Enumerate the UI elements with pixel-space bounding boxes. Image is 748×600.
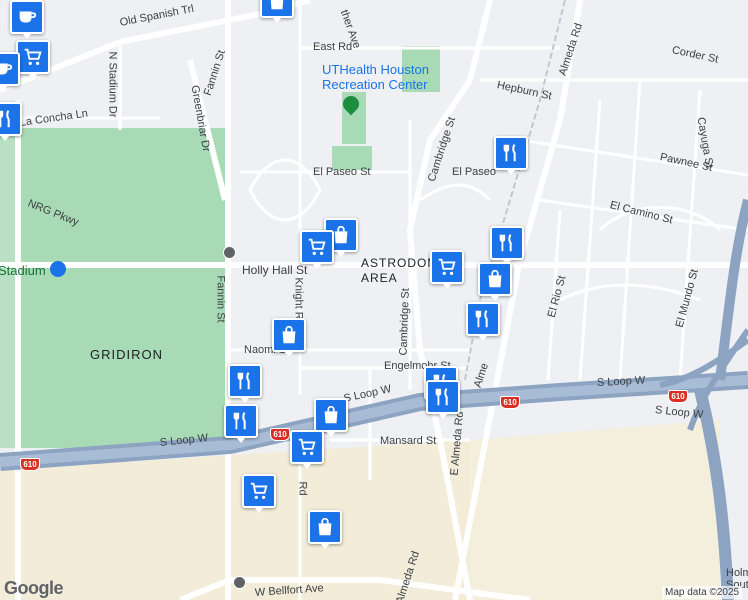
coffee-cup-icon bbox=[16, 6, 38, 28]
map-attribution[interactable]: Map data ©2025 bbox=[662, 586, 743, 599]
street-label-east-rd: East Rd bbox=[313, 41, 353, 53]
poi-pin-restaurant[interactable] bbox=[494, 136, 528, 175]
stadium-icon[interactable] bbox=[50, 261, 66, 277]
street-label-fannin-bottom: Fannin St bbox=[214, 275, 227, 323]
poi-pin-shop[interactable] bbox=[314, 398, 348, 437]
fork-knife-icon bbox=[230, 410, 252, 432]
shopping-bag-icon bbox=[278, 324, 300, 346]
street-label-holmes: Holmes bbox=[726, 567, 748, 579]
street-label-n-stadium: N Stadium Dr bbox=[106, 51, 119, 118]
poi-pin-restaurant[interactable] bbox=[228, 364, 262, 403]
fork-knife-icon bbox=[0, 108, 16, 130]
street-label-holly-hall: Holly Hall St bbox=[242, 263, 308, 277]
highway-shield: 610 bbox=[500, 396, 520, 409]
map-canvas[interactable]: Old Spanish Trl East Rd ther Ave Corder … bbox=[0, 0, 748, 600]
poi-pin-cafe[interactable] bbox=[0, 52, 20, 91]
street-label-cambridge-mid: Cambridge St bbox=[397, 288, 412, 356]
venue-label-gridiron: GRIDIRON bbox=[90, 347, 163, 362]
highway-shield: 610 bbox=[20, 458, 40, 471]
shopping-cart-icon bbox=[248, 480, 270, 502]
poi-pin-shop[interactable] bbox=[478, 262, 512, 301]
poi-pin-shop[interactable] bbox=[308, 510, 342, 549]
poi-pin-cafe[interactable] bbox=[10, 0, 44, 39]
fork-knife-icon bbox=[472, 308, 494, 330]
poi-label-uthealth[interactable]: UTHealth Houston Recreation Center bbox=[322, 62, 442, 92]
street-label-rd: Rd bbox=[296, 481, 309, 496]
poi-pin-restaurant[interactable] bbox=[224, 404, 258, 443]
stadium-label[interactable]: Stadium bbox=[0, 264, 46, 277]
poi-pin-grocery[interactable] bbox=[290, 430, 324, 469]
coffee-cup-icon bbox=[0, 58, 14, 80]
shopping-cart-icon bbox=[296, 436, 318, 458]
street-label-mansard: Mansard St bbox=[380, 435, 437, 447]
shopping-cart-icon bbox=[436, 256, 458, 278]
fork-knife-icon bbox=[500, 142, 522, 164]
shopping-cart-icon bbox=[306, 236, 328, 258]
street-label-el-paseo: El Paseo St bbox=[313, 166, 371, 178]
poi-pin-restaurant[interactable] bbox=[0, 102, 22, 141]
fork-knife-icon bbox=[432, 386, 454, 408]
poi-pin-grocery[interactable] bbox=[300, 230, 334, 269]
fork-knife-icon bbox=[234, 370, 256, 392]
poi-pin-restaurant[interactable] bbox=[490, 226, 524, 265]
poi-pin-grocery[interactable] bbox=[16, 40, 50, 79]
poi-pin-grocery[interactable] bbox=[430, 250, 464, 289]
shopping-cart-icon bbox=[22, 46, 44, 68]
highway-shield: 610 bbox=[270, 428, 290, 441]
poi-pin-grocery[interactable] bbox=[242, 474, 276, 513]
highway-shield: 610 bbox=[668, 390, 688, 403]
google-logo: Google bbox=[4, 578, 64, 598]
transit-stop-icon[interactable] bbox=[223, 246, 236, 259]
shopping-bag-icon bbox=[320, 404, 342, 426]
shopping-bag-icon bbox=[484, 268, 506, 290]
poi-pin-restaurant[interactable] bbox=[466, 302, 500, 341]
district-label: ASTRODOME AREA bbox=[361, 256, 448, 285]
shopping-bag-icon bbox=[266, 0, 288, 12]
poi-pin-shop[interactable] bbox=[272, 318, 306, 357]
transit-stop-icon[interactable] bbox=[233, 576, 246, 589]
street-label-el-paseo-right: El Paseo bbox=[452, 166, 497, 178]
shopping-bag-icon bbox=[314, 516, 336, 538]
poi-pin-shop[interactable] bbox=[260, 0, 294, 23]
poi-pin-restaurant[interactable] bbox=[426, 380, 460, 419]
fork-knife-icon bbox=[496, 232, 518, 254]
